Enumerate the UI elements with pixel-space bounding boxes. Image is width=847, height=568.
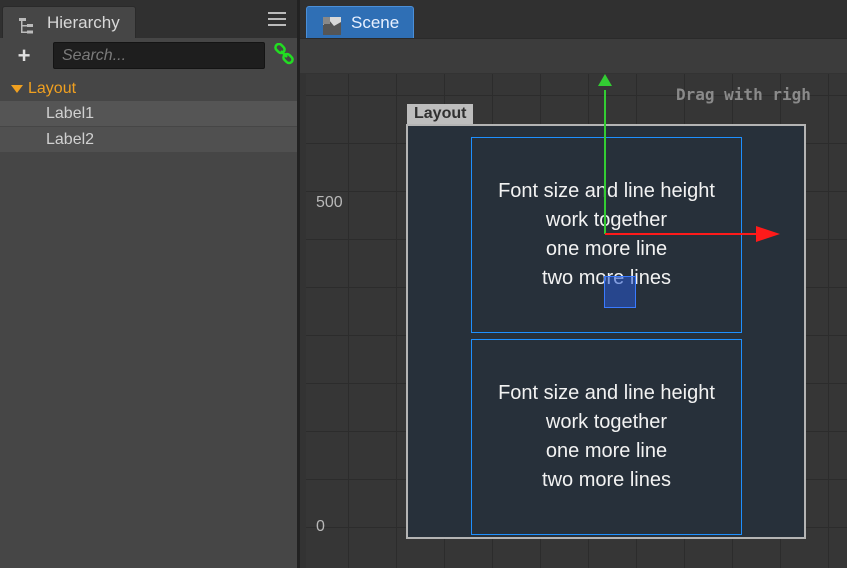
tree-node-label1[interactable]: Label1 bbox=[0, 101, 297, 126]
tree-node-label2[interactable]: Label2 bbox=[0, 127, 297, 152]
gizmo-x-arrow bbox=[756, 226, 780, 242]
tab-hierarchy-label: Hierarchy bbox=[47, 13, 120, 32]
hierarchy-tree: Layout Label1 Label2 bbox=[0, 76, 297, 153]
tab-hierarchy[interactable]: Hierarchy bbox=[2, 6, 136, 38]
hierarchy-tabbar: Hierarchy bbox=[0, 0, 300, 38]
scene-panel: Scene Drag with righ 500 0 Layout Font s… bbox=[300, 0, 847, 568]
hierarchy-toolbar: + bbox=[0, 38, 300, 74]
scene-viewport[interactable]: Drag with righ 500 0 Layout Font size an… bbox=[306, 74, 847, 568]
scene-icon bbox=[323, 14, 341, 35]
tab-scene-label: Scene bbox=[351, 13, 400, 32]
scene-toolbar bbox=[300, 38, 847, 73]
gizmo-y-arrow bbox=[598, 74, 612, 86]
hierarchy-panel: Hierarchy + Layout Label1 bbox=[0, 0, 300, 568]
caret-down-icon[interactable] bbox=[11, 85, 23, 93]
tree-icon bbox=[17, 14, 37, 34]
tree-node-layout[interactable]: Layout bbox=[0, 76, 297, 101]
tree-node-label: Layout bbox=[28, 80, 77, 97]
move-gizmo[interactable] bbox=[306, 74, 847, 568]
tab-scene[interactable]: Scene bbox=[306, 6, 414, 38]
scene-tabbar: Scene bbox=[300, 0, 847, 38]
search-input[interactable] bbox=[53, 42, 265, 69]
link-icon[interactable] bbox=[273, 42, 295, 65]
tree-node-label: Label2 bbox=[46, 131, 95, 148]
tree-node-label: Label1 bbox=[46, 105, 95, 122]
plus-icon[interactable]: + bbox=[14, 45, 34, 67]
menu-icon[interactable] bbox=[268, 12, 286, 26]
